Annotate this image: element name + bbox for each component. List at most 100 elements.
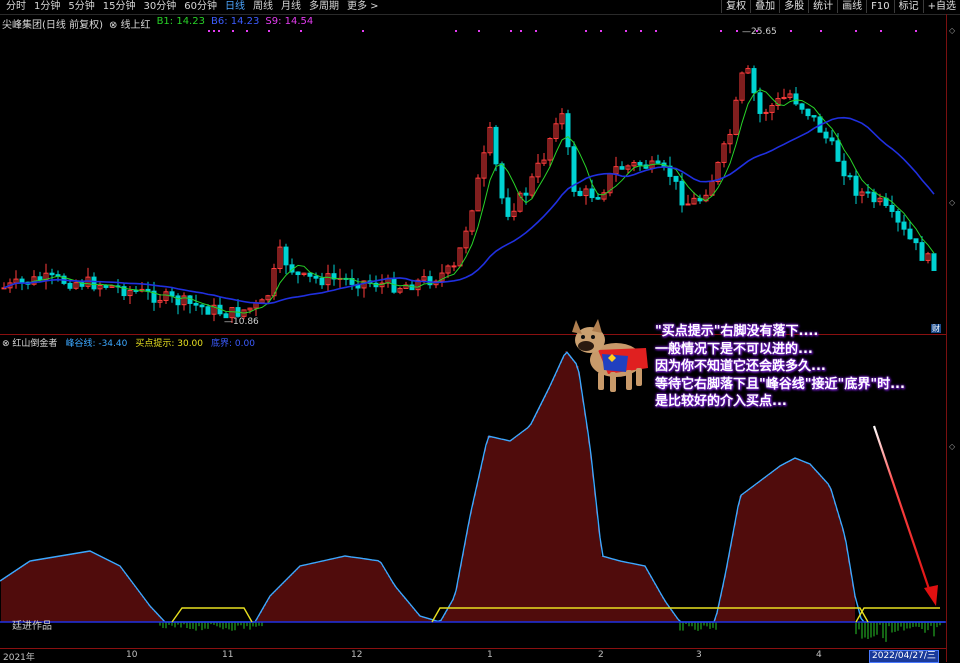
note-line: 等待它右脚落下且"峰谷线"接近"底界"时...: [655, 376, 905, 392]
signal-dot: [655, 30, 657, 32]
candle: [799, 103, 805, 110]
stock-name: 尖峰集团(日线 前复权): [2, 20, 103, 31]
toolbar-button[interactable]: 多股: [779, 0, 808, 13]
signal-dot: [736, 30, 738, 32]
signal-dot: [362, 30, 364, 32]
period-tab[interactable]: 更多 >: [343, 1, 383, 13]
time-label: 11: [222, 650, 234, 660]
indicator-name[interactable]: ⊗ 线上红: [109, 16, 151, 31]
candle: [931, 253, 937, 271]
period-tab[interactable]: 60分钟: [180, 1, 221, 13]
toolbar-button[interactable]: 统计: [808, 0, 837, 13]
candle: [565, 113, 571, 148]
diamond-icon[interactable]: ◇: [949, 198, 955, 207]
close-icon[interactable]: ⊗: [109, 20, 117, 31]
candle: [919, 242, 925, 261]
candle: [757, 92, 763, 114]
candle: [49, 272, 55, 276]
candle: [589, 188, 595, 199]
candle: [205, 306, 211, 315]
candle: [295, 271, 301, 276]
period-tab[interactable]: 月线: [277, 1, 305, 13]
main-chart-title: 尖峰集团(日线 前复权) ⊗ 线上红 B1: 14.23 B6: 14.23 S…: [2, 16, 313, 31]
signal-dot: [455, 30, 457, 32]
candle: [451, 265, 457, 268]
candle: [901, 221, 907, 230]
right-scale: ◇ ◇ ◇: [946, 14, 960, 662]
toolbar-button[interactable]: 叠加: [750, 0, 779, 13]
period-tab[interactable]: 1分钟: [30, 1, 64, 13]
signal-dot: [600, 30, 602, 32]
signal-dot: [520, 30, 522, 32]
candle: [619, 166, 625, 170]
toolbar-button[interactable]: +自选: [922, 0, 960, 13]
signal-dot: [855, 30, 857, 32]
signal-dot: [820, 30, 822, 32]
period-tab[interactable]: 分时: [2, 1, 30, 13]
time-axis: 2021年 10 11 12 1 2 3 4: [0, 648, 946, 663]
candle: [37, 276, 43, 281]
toolbar-button[interactable]: 复权: [721, 0, 750, 13]
candle: [103, 284, 109, 288]
time-label: 10: [126, 650, 138, 660]
author-watermark: 廷进作品: [12, 621, 52, 632]
note-line: "买点提示"右脚没有落下....: [655, 324, 819, 339]
annotation-note: "买点提示"右脚没有落下.... 一般情况下是不可以进的... 因为你不知道它还…: [655, 323, 945, 411]
signal-dot: [640, 30, 642, 32]
period-toolbar: 分时 1分钟 5分钟 15分钟 30分钟 60分钟 日线 周线 月线 多周期 更多 > 复权 叠加 多股…: [0, 0, 960, 15]
time-label: 12: [351, 650, 363, 660]
ma-short-line: [3, 89, 935, 314]
candle: [673, 175, 679, 182]
toolbar-button[interactable]: 标记: [893, 0, 923, 13]
period-tab[interactable]: 5分钟: [64, 1, 98, 13]
candle: [319, 277, 325, 286]
candle: [187, 295, 193, 304]
note-line: 一般情况下是不可以进的...: [655, 341, 813, 357]
candle: [199, 304, 205, 308]
signal-dot: [535, 30, 537, 32]
candle: [169, 291, 175, 297]
candle: [595, 197, 601, 200]
signal-dot: [510, 30, 512, 32]
candle: [505, 197, 511, 217]
candle: [847, 175, 853, 178]
b6-value: B6: 14.23: [210, 16, 260, 27]
candle: [823, 131, 829, 139]
signal-dot: [625, 30, 627, 32]
period-tab[interactable]: 周线: [249, 1, 277, 13]
candle: [871, 191, 877, 203]
candle: [793, 93, 799, 105]
signal-dot: [915, 30, 917, 32]
candle: [175, 295, 181, 306]
signal-dot: [478, 30, 480, 32]
candle: [307, 272, 313, 277]
candle: [907, 228, 913, 240]
signal-dot: [790, 30, 792, 32]
ma-long-line: [3, 116, 935, 305]
kline-chart[interactable]: [0, 14, 946, 334]
time-label: 4: [816, 650, 822, 660]
toolbar-button[interactable]: F10: [866, 0, 893, 13]
high-price-label: —25.65: [742, 27, 777, 37]
note-line: 因为你不知道它还会跌多久...: [655, 359, 826, 374]
candle: [409, 284, 415, 291]
candle: [895, 210, 901, 223]
candle: [133, 289, 139, 292]
candle: [841, 160, 847, 177]
time-label: 3: [696, 650, 702, 660]
low-price-label: —10.86: [224, 317, 259, 327]
superhero-dog-illustration: [572, 319, 648, 392]
period-tab[interactable]: 30分钟: [139, 1, 180, 13]
period-tab[interactable]: 15分钟: [99, 1, 140, 13]
diamond-icon[interactable]: ◇: [949, 442, 955, 451]
toolbar-button[interactable]: 画线: [837, 0, 866, 13]
diamond-icon[interactable]: ◇: [949, 26, 955, 35]
time-label: 1: [487, 650, 493, 660]
candle: [811, 115, 817, 118]
period-tab[interactable]: 多周期: [305, 1, 343, 13]
candle: [853, 175, 859, 196]
candle: [499, 163, 505, 199]
buy-hint-line: [171, 607, 253, 623]
candle: [913, 238, 919, 244]
period-tab[interactable]: 日线: [221, 1, 249, 13]
